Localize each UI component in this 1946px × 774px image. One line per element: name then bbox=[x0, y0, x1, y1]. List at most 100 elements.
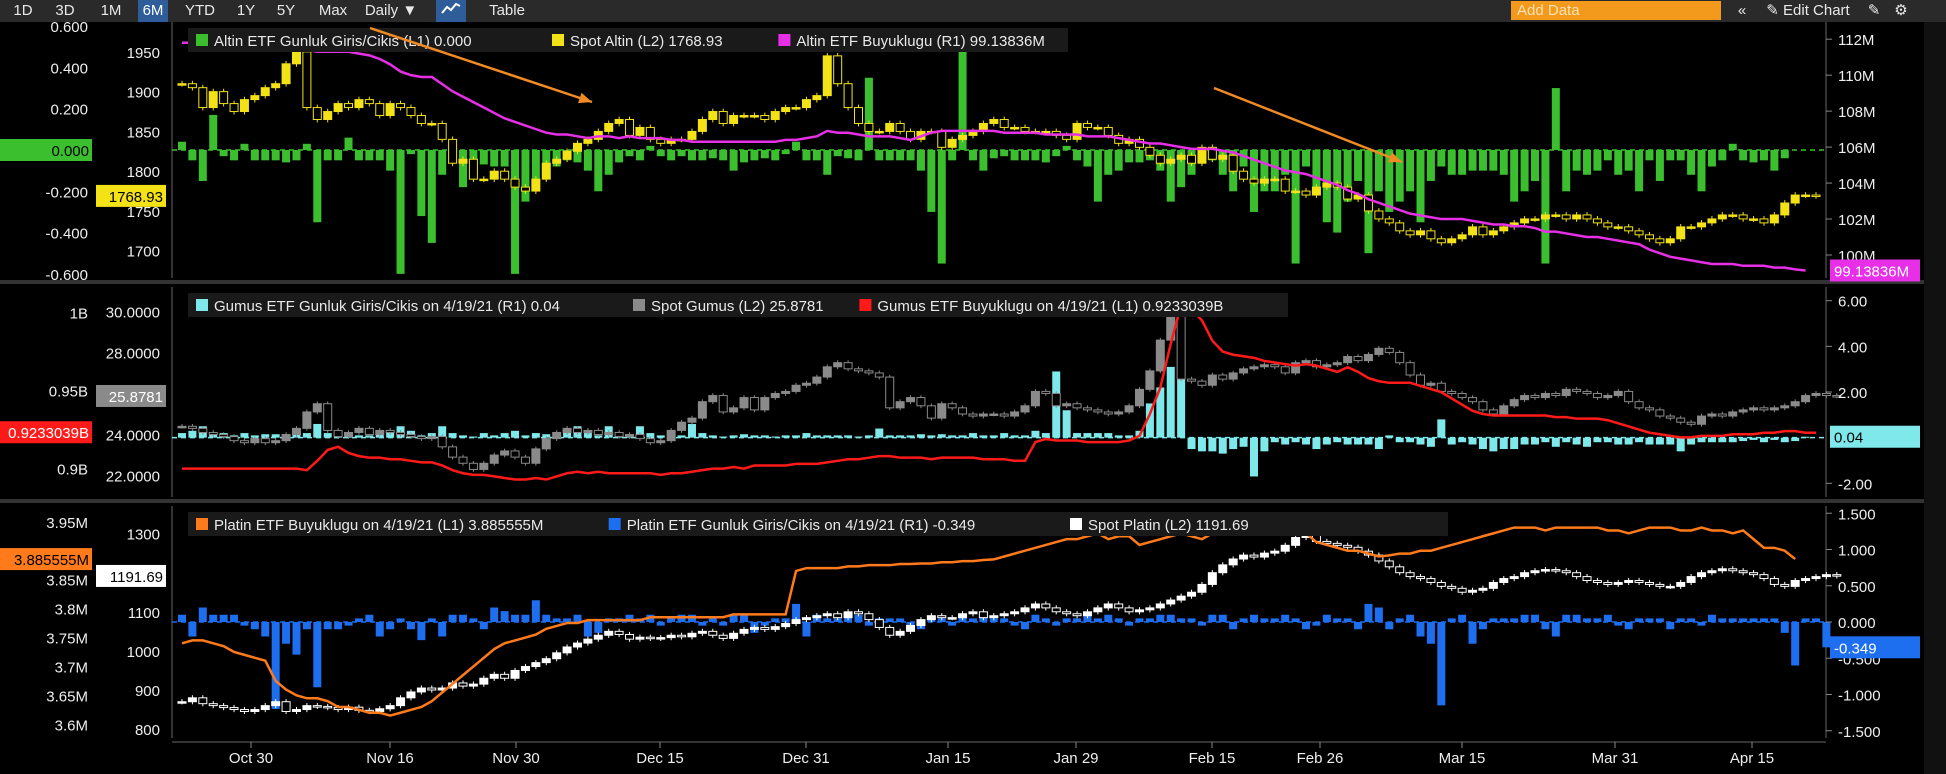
spot-candle bbox=[1395, 351, 1405, 364]
range-button-1y[interactable]: 1Y bbox=[232, 0, 260, 22]
etf-flow-bar bbox=[1614, 437, 1623, 445]
etf-flow-bar bbox=[417, 150, 426, 217]
etf-flow-bar bbox=[427, 150, 436, 243]
etf-flow-bar bbox=[240, 143, 249, 150]
frequency-dropdown[interactable]: Daily ▼ bbox=[356, 0, 426, 22]
etf-flow-bar bbox=[542, 614, 551, 622]
add-data-input[interactable] bbox=[1511, 1, 1721, 20]
spot-candle bbox=[833, 362, 843, 368]
spot-candle bbox=[739, 397, 749, 409]
etf-flow-bar bbox=[968, 433, 977, 438]
spot-candle bbox=[437, 122, 447, 140]
etf-flow-bar bbox=[1718, 437, 1727, 443]
spot-candle bbox=[1103, 603, 1113, 609]
edit-icon[interactable]: ✎ bbox=[1864, 0, 1884, 22]
spot-candle bbox=[947, 403, 957, 409]
spot-candle bbox=[1530, 570, 1540, 574]
left-axis-tick: 0.95B bbox=[49, 384, 88, 401]
spot-candle bbox=[1426, 230, 1436, 240]
spot-candle bbox=[687, 632, 697, 638]
spot-candle bbox=[1416, 576, 1426, 580]
etf-flow-bar bbox=[1291, 150, 1300, 264]
spot-candle bbox=[1613, 390, 1623, 397]
left-axis-tick: 1000 bbox=[127, 644, 160, 661]
etf-flow-bar bbox=[188, 430, 197, 438]
range-button-max[interactable]: Max bbox=[314, 0, 352, 22]
spot-candle bbox=[666, 429, 676, 442]
spot-candle bbox=[1259, 552, 1269, 558]
spot-candle bbox=[1832, 574, 1842, 577]
spot-candle bbox=[1676, 417, 1686, 423]
etf-flow-bar bbox=[833, 435, 842, 438]
spot-candle bbox=[697, 401, 707, 419]
etf-flow-bar bbox=[1093, 150, 1102, 202]
range-button-ytd[interactable]: YTD bbox=[180, 0, 220, 22]
spot-candle bbox=[1363, 353, 1373, 362]
etf-flow-bar bbox=[1676, 618, 1685, 622]
etf-flow-bar bbox=[1520, 437, 1529, 445]
chevrons-left-icon[interactable]: « bbox=[1730, 0, 1754, 22]
etf-flow-bar bbox=[719, 436, 728, 438]
x-axis-tick-label: Mar 15 bbox=[1439, 750, 1486, 767]
spot-candle bbox=[843, 362, 853, 370]
range-button-6m[interactable]: 6M bbox=[138, 0, 168, 22]
spot-candle bbox=[1228, 154, 1238, 172]
spot-candle bbox=[1592, 392, 1602, 399]
line-chart-icon[interactable] bbox=[436, 0, 466, 22]
spot-candle bbox=[853, 611, 863, 615]
etf-flow-bar bbox=[354, 150, 363, 161]
etf-flow-bar bbox=[916, 434, 925, 438]
table-button[interactable]: Table bbox=[482, 0, 532, 22]
legend-label: Altin ETF Buyuklugu (R1) 99.13836M bbox=[796, 33, 1044, 50]
etf-flow-bar bbox=[1749, 437, 1758, 440]
spot-candle bbox=[885, 626, 895, 636]
etf-flow-bar bbox=[521, 435, 530, 438]
etf-flow-bar bbox=[948, 150, 957, 161]
spot-candle bbox=[1166, 599, 1176, 605]
spot-candle bbox=[1135, 609, 1145, 613]
spot-candle bbox=[1249, 366, 1259, 370]
spot-candle bbox=[583, 138, 593, 144]
etf-flow-bar bbox=[531, 433, 540, 438]
spot-candle bbox=[1728, 411, 1738, 417]
etf-flow-bar bbox=[323, 622, 332, 630]
spot-candle bbox=[219, 91, 229, 105]
spot-candle bbox=[541, 438, 551, 450]
etf-flow-bar bbox=[864, 622, 873, 626]
etf-flow-bar bbox=[1603, 614, 1612, 622]
etf-flow-bar bbox=[1603, 437, 1612, 443]
etf-flow-bar bbox=[1697, 622, 1706, 626]
spot-candle bbox=[1447, 238, 1457, 244]
spot-candle bbox=[697, 630, 707, 634]
etf-flow-bar bbox=[1437, 419, 1446, 438]
range-button-5y[interactable]: 5Y bbox=[272, 0, 300, 22]
spot-candle bbox=[926, 405, 936, 419]
range-button-1m[interactable]: 1M bbox=[96, 0, 126, 22]
etf-flow-bar bbox=[1041, 433, 1050, 438]
spot-candle bbox=[1457, 587, 1467, 593]
spot-candle bbox=[375, 708, 385, 712]
etf-flow-bar bbox=[448, 433, 457, 438]
etf-flow-bar bbox=[1073, 150, 1082, 161]
spot-candle bbox=[281, 434, 291, 442]
etf-flow-bar bbox=[1021, 622, 1030, 630]
edit-chart-button[interactable]: ✎ Edit Chart bbox=[1756, 0, 1860, 22]
spot-candle bbox=[906, 624, 916, 632]
spot-candle bbox=[916, 619, 926, 626]
range-button-3d[interactable]: 3D bbox=[48, 0, 82, 22]
spot-candle bbox=[1176, 312, 1186, 380]
etf-flow-bar bbox=[1135, 150, 1144, 163]
spot-candle bbox=[1384, 218, 1394, 224]
spot-candle bbox=[1187, 378, 1197, 382]
etf-flow-bar bbox=[1499, 150, 1508, 175]
gear-icon[interactable]: ⚙ bbox=[1890, 0, 1912, 22]
spot-candle bbox=[968, 413, 978, 417]
right-axis-tick: 4.00 bbox=[1838, 339, 1867, 356]
etf-flow-bar bbox=[1374, 607, 1383, 622]
etf-flow-bar bbox=[1541, 437, 1550, 443]
spot-candle bbox=[749, 626, 759, 630]
spot-candle bbox=[291, 427, 301, 436]
legend-label: Platin ETF Gunluk Giris/Cikis on 4/19/21… bbox=[627, 517, 975, 534]
etf-flow-bar bbox=[282, 150, 291, 163]
range-button-1d[interactable]: 1D bbox=[8, 0, 38, 22]
